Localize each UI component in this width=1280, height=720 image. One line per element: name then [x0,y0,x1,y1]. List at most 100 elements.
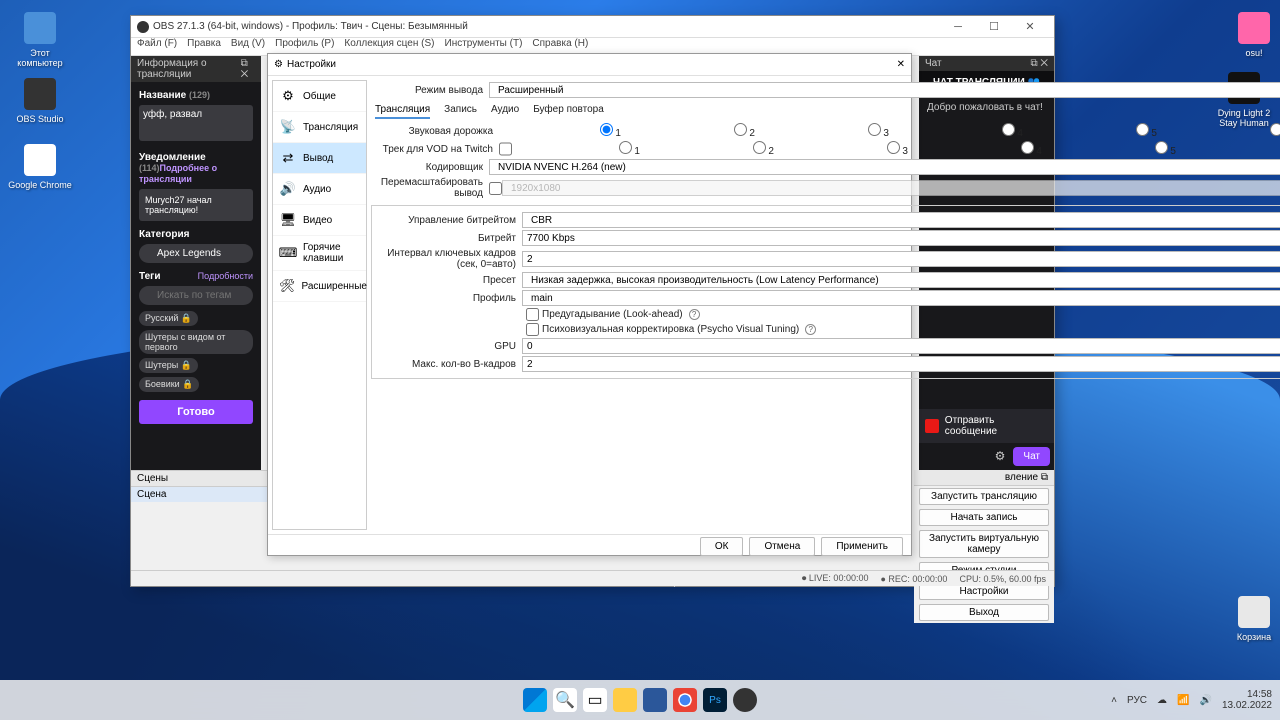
menu-item[interactable]: Файл (F) [137,38,177,55]
explorer-icon[interactable] [613,688,637,712]
nav-icon: ⇄ [279,149,297,167]
output-tab[interactable]: Буфер повтора [533,104,604,119]
nav-icon: 📡 [279,118,297,136]
help-icon[interactable]: ? [805,324,816,335]
settings-nav-item[interactable]: 📡Трансляция [273,112,366,143]
desktop-icon-obs-studio[interactable]: OBS Studio [8,78,72,124]
profile-select[interactable]: main [522,290,1280,306]
output-tab[interactable]: Трансляция [375,104,430,119]
settings-nav-item[interactable]: ⌨Горячие клавиши [273,236,366,271]
tags-search-input[interactable] [139,286,253,305]
tag-chip[interactable]: Русский 🔒 [139,311,198,326]
settings-nav-item[interactable]: 🖥Видео [273,205,366,236]
tray-clock[interactable]: 14:5813.02.2022 [1222,689,1272,711]
control-button[interactable]: Выход [919,604,1049,621]
tags-more-link[interactable]: Подробности [198,271,253,286]
close-icon[interactable]: ✕ [1040,58,1048,69]
popout-icon[interactable]: ⧉ [241,58,248,69]
cancel-button[interactable]: Отмена [749,537,815,556]
apply-button[interactable]: Применить [821,537,903,556]
lookahead-checkbox[interactable] [526,308,539,321]
bframes-input[interactable] [522,356,1280,372]
settings-nav-item[interactable]: ⇄Вывод [273,143,366,174]
track-radio[interactable] [1155,141,1168,154]
desktop-icon-google-chrome[interactable]: Google Chrome [8,144,72,190]
encoder-select[interactable]: NVIDIA NVENC H.264 (new) [489,159,1280,175]
tray-cloud-icon[interactable]: ☁ [1157,695,1167,706]
live-status: LIVE: 00:00:00 [809,573,869,583]
preset-select[interactable]: Низкая задержка, высокая производительно… [522,272,1280,288]
popout-icon[interactable]: ⧉ [1030,58,1037,69]
output-mode-select[interactable]: Расширенный [489,82,1280,98]
start-button[interactable] [523,688,547,712]
track-radio[interactable] [1270,123,1280,136]
track-radio[interactable] [619,141,632,154]
track-radio[interactable] [887,141,900,154]
minimize-button[interactable]: ─ [940,17,976,37]
settings-nav-item[interactable]: 🛠Расширенные [273,271,366,302]
tray-lang[interactable]: РУС [1127,695,1147,706]
settings-nav-item[interactable]: ⚙Общие [273,81,366,112]
obs-taskbar-icon[interactable] [733,688,757,712]
close-icon[interactable]: ✕ [241,69,249,80]
audio-track-label: Звуковая дорожка [371,126,499,137]
task-view-icon[interactable]: ▭ [583,688,607,712]
track-radio[interactable] [1021,141,1034,154]
menu-item[interactable]: Правка [187,38,221,55]
tag-chip[interactable]: Шутеры 🔒 [139,358,198,373]
nav-icon: 🔊 [279,180,297,198]
photoshop-icon[interactable]: Ps [703,688,727,712]
bitrate-input[interactable] [522,230,1280,246]
search-icon[interactable]: 🔍 [553,688,577,712]
titlebar: OBS 27.1.3 (64-bit, windows) - Профиль: … [131,16,1054,38]
tray-chevron-icon[interactable]: ˄ [1111,695,1117,706]
cpu-status: CPU: 0.5%, 60.00 fps [959,574,1046,584]
dialog-title: Настройки [287,59,336,70]
rec-status: REC: 00:00:00 [888,574,947,584]
dock-title: Чат [925,58,942,69]
taskbar: 🔍 ▭ Ps ˄ РУС ☁ 📶 🔊 14:5813.02.2022 [0,680,1280,720]
tray-wifi-icon[interactable]: 📶 [1177,695,1189,706]
nav-icon: 🖥 [279,211,297,229]
psycho-checkbox[interactable] [526,323,539,336]
help-icon[interactable]: ? [689,309,700,320]
desktop-icon-recycle-bin[interactable]: Корзина [1222,596,1280,642]
word-icon[interactable] [643,688,667,712]
nav-icon: ⚙ [279,87,297,105]
tag-chip[interactable]: Шутеры с видом от первого [139,330,253,354]
close-icon[interactable]: ✕ [897,59,905,70]
output-tab[interactable]: Запись [444,104,477,119]
track-radio[interactable] [753,141,766,154]
close-button[interactable]: ✕ [1012,17,1048,37]
settings-nav-item[interactable]: 🔊Аудио [273,174,366,205]
chrome-icon[interactable] [673,688,697,712]
keyint-input[interactable] [522,251,1280,267]
tray-volume-icon[interactable]: 🔊 [1199,695,1211,706]
desktop-icon-osu[interactable]: osu! [1222,12,1280,58]
stream-info-dock: Информация о трансляции⧉ ✕ Название (129… [131,56,261,470]
done-button[interactable]: Готово [139,400,253,424]
track-radio[interactable] [1136,123,1149,136]
track-radio[interactable] [600,123,613,136]
track-radio[interactable] [1002,123,1015,136]
category-input[interactable] [139,244,253,263]
ok-button[interactable]: ОК [700,537,744,556]
stream-title-input[interactable]: уфф, развал [139,105,253,141]
track-radio[interactable] [734,123,747,136]
dock-title: Информация о трансляции [137,58,241,80]
maximize-button[interactable]: ☐ [976,17,1012,37]
desktop-icon-this-pc[interactable]: Этот компьютер [8,12,72,68]
menu-item[interactable]: Вид (V) [231,38,265,55]
tag-chip[interactable]: Боевики 🔒 [139,377,199,392]
vod-enable-checkbox[interactable] [499,141,512,157]
settings-dialog: ⚙Настройки✕ ⚙Общие📡Трансляция⇄Вывод🔊Ауди… [267,53,912,556]
control-button[interactable]: Запустить виртуальную камеру [919,530,1049,558]
output-tab[interactable]: Аудио [491,104,519,119]
gpu-input[interactable] [522,338,1280,354]
encoder-label: Кодировщик [371,162,489,173]
track-radio[interactable] [868,123,881,136]
rate-control-select[interactable]: CBR [522,212,1280,228]
category-label: Категория [139,229,253,240]
settings-icon: ⚙ [274,59,283,70]
rescale-checkbox[interactable] [489,182,502,195]
